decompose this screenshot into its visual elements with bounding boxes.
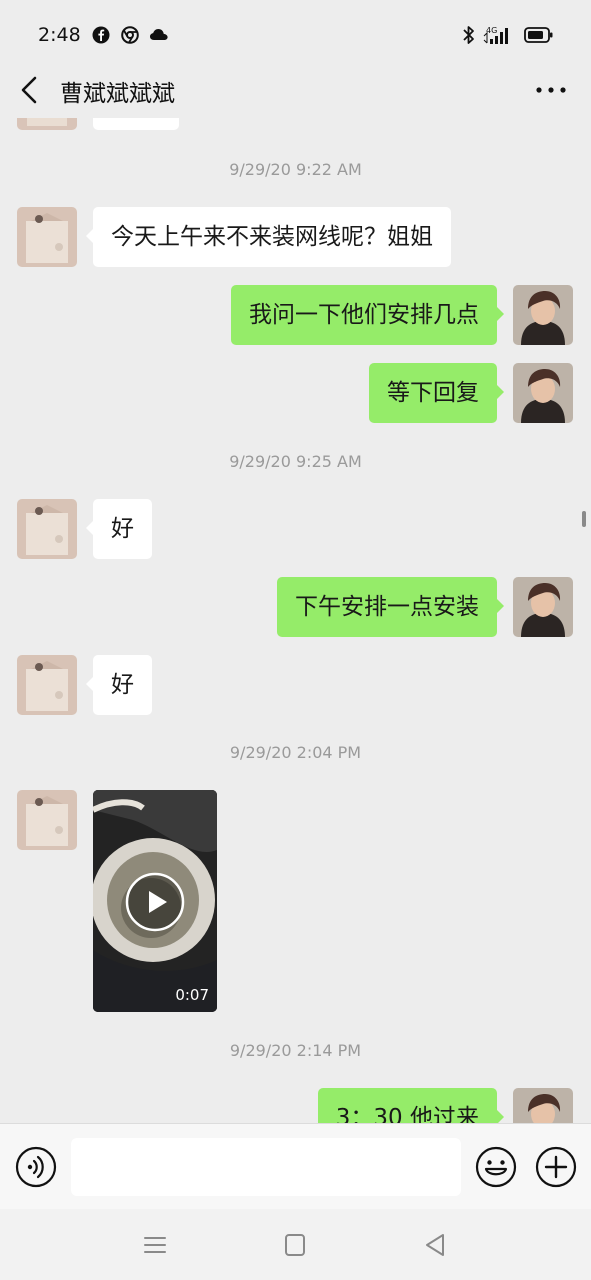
- user-avatar[interactable]: [513, 363, 573, 423]
- contact-avatar[interactable]: [17, 118, 77, 130]
- emoji-icon[interactable]: [475, 1146, 517, 1188]
- chat-area[interactable]: 9/29/20 9:22 AM 今天上午来不来装网线呢？姐姐 我问一下他们安排几…: [0, 118, 591, 1123]
- more-icon[interactable]: [533, 76, 569, 104]
- contact-avatar[interactable]: [17, 790, 77, 850]
- battery-icon: [524, 27, 553, 43]
- video-message[interactable]: 0:07: [93, 790, 217, 1012]
- contact-avatar[interactable]: [17, 207, 77, 267]
- video-duration: 0:07: [175, 986, 209, 1004]
- play-icon[interactable]: [125, 872, 185, 932]
- message-bubble-sent[interactable]: 我问一下他们安排几点: [231, 285, 504, 345]
- message-bubble-received[interactable]: 今天上午来不来装网线呢？姐姐: [86, 207, 451, 267]
- user-avatar[interactable]: [513, 285, 573, 345]
- voice-icon[interactable]: [15, 1146, 57, 1188]
- bluetooth-icon: [463, 26, 474, 44]
- contact-avatar[interactable]: [17, 499, 77, 559]
- home-icon[interactable]: [280, 1231, 310, 1259]
- input-bar: [0, 1123, 591, 1209]
- back-icon[interactable]: [421, 1231, 451, 1259]
- chevron-left-icon[interactable]: [14, 70, 46, 110]
- chrome-icon: [121, 26, 139, 44]
- contact-avatar[interactable]: [17, 655, 77, 715]
- plus-icon[interactable]: [535, 1146, 577, 1188]
- status-time: 2:48: [38, 24, 81, 46]
- svg-text:4G: 4G: [486, 26, 497, 35]
- message-bubble-sent[interactable]: 下午安排一点安装: [277, 577, 504, 637]
- cloud-icon: [150, 29, 168, 40]
- user-avatar[interactable]: [513, 577, 573, 637]
- facebook-icon: [92, 26, 110, 44]
- timestamp: 9/29/20 2:04 PM: [229, 743, 362, 762]
- message-bubble-partial[interactable]: [93, 118, 179, 130]
- message-bubble-received[interactable]: 好: [86, 655, 152, 715]
- user-avatar[interactable]: [513, 1088, 573, 1123]
- timestamp: 9/29/20 2:14 PM: [229, 1041, 362, 1060]
- status-bar: 2:48 4G: [0, 0, 591, 70]
- menu-icon[interactable]: [140, 1231, 170, 1259]
- scroll-indicator[interactable]: [582, 511, 586, 527]
- chat-title: 曹斌斌斌斌: [60, 81, 175, 107]
- message-input[interactable]: [71, 1138, 461, 1196]
- system-nav-bar: [0, 1209, 591, 1280]
- timestamp: 9/29/20 9:25 AM: [229, 452, 362, 471]
- chat-header: 曹斌斌斌斌: [0, 62, 591, 118]
- timestamp: 9/29/20 9:22 AM: [229, 160, 362, 179]
- message-bubble-received[interactable]: 好: [86, 499, 152, 559]
- message-bubble-sent[interactable]: 等下回复: [369, 363, 504, 423]
- 4g-signal-icon: 4G: [483, 26, 508, 44]
- message-bubble-sent[interactable]: 3：30 他过来: [317, 1088, 505, 1123]
